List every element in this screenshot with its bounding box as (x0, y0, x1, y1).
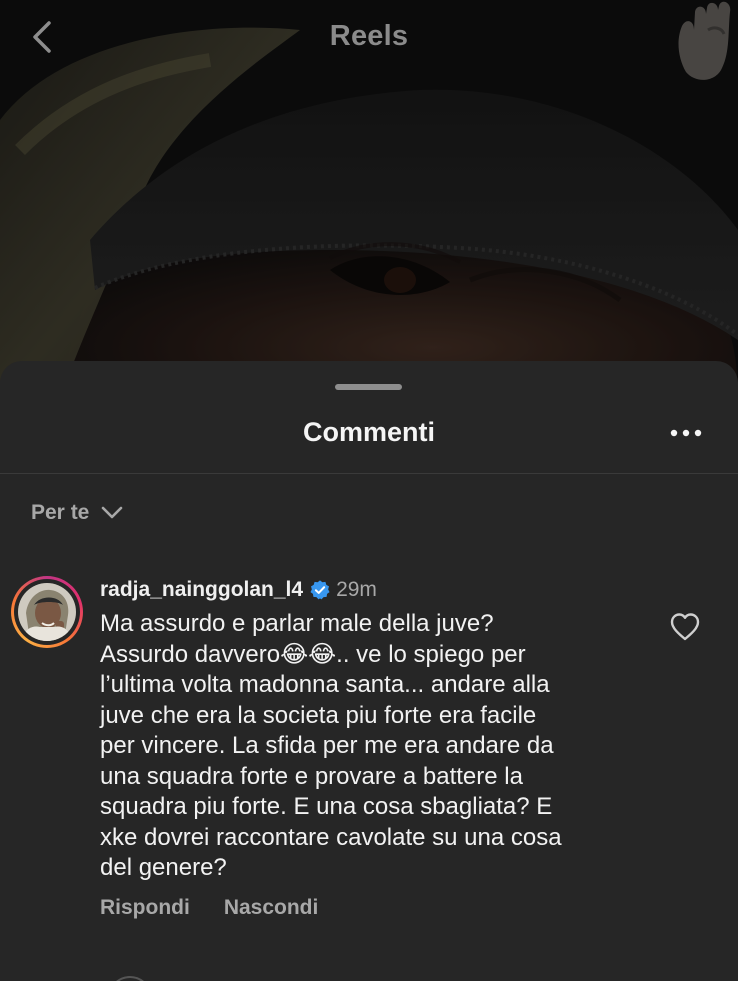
sort-selector[interactable]: Per te (31, 498, 123, 528)
avatar[interactable] (11, 576, 83, 648)
page-title: Reels (329, 20, 409, 52)
username[interactable]: radja_nainggolan_l4 (100, 578, 303, 602)
top-bar: Reels (0, 0, 738, 80)
comment-text: Ma assurdo e parlar male della juve? Ass… (100, 610, 562, 881)
avatar-image (18, 583, 76, 641)
heart-outline-icon (670, 613, 700, 641)
divider (0, 473, 738, 474)
comment-actions: Rispondi Nascondi (100, 896, 318, 920)
verified-badge-icon (310, 580, 330, 600)
drag-handle[interactable] (335, 384, 402, 390)
chevron-down-icon (102, 506, 123, 519)
like-button[interactable] (669, 612, 701, 642)
screen: Reels Commenti Per te radja_nainggolan_l… (0, 0, 738, 981)
reply-button[interactable]: Rispondi (100, 896, 190, 920)
more-horizontal-icon (670, 429, 702, 437)
sticker-icon (638, 0, 738, 96)
comments-sheet: Commenti Per te radja_nainggolan_l4 29m … (0, 361, 738, 981)
sort-label: Per te (31, 501, 90, 524)
comment-time: 29m (336, 578, 377, 601)
more-options-button[interactable] (664, 421, 708, 445)
sheet-title: Commenti (302, 417, 435, 447)
comment-header: radja_nainggolan_l4 29m (100, 578, 377, 602)
hide-button[interactable]: Nascondi (224, 896, 319, 920)
comment-item: radja_nainggolan_l4 29m Ma assurdo e par… (0, 573, 738, 981)
